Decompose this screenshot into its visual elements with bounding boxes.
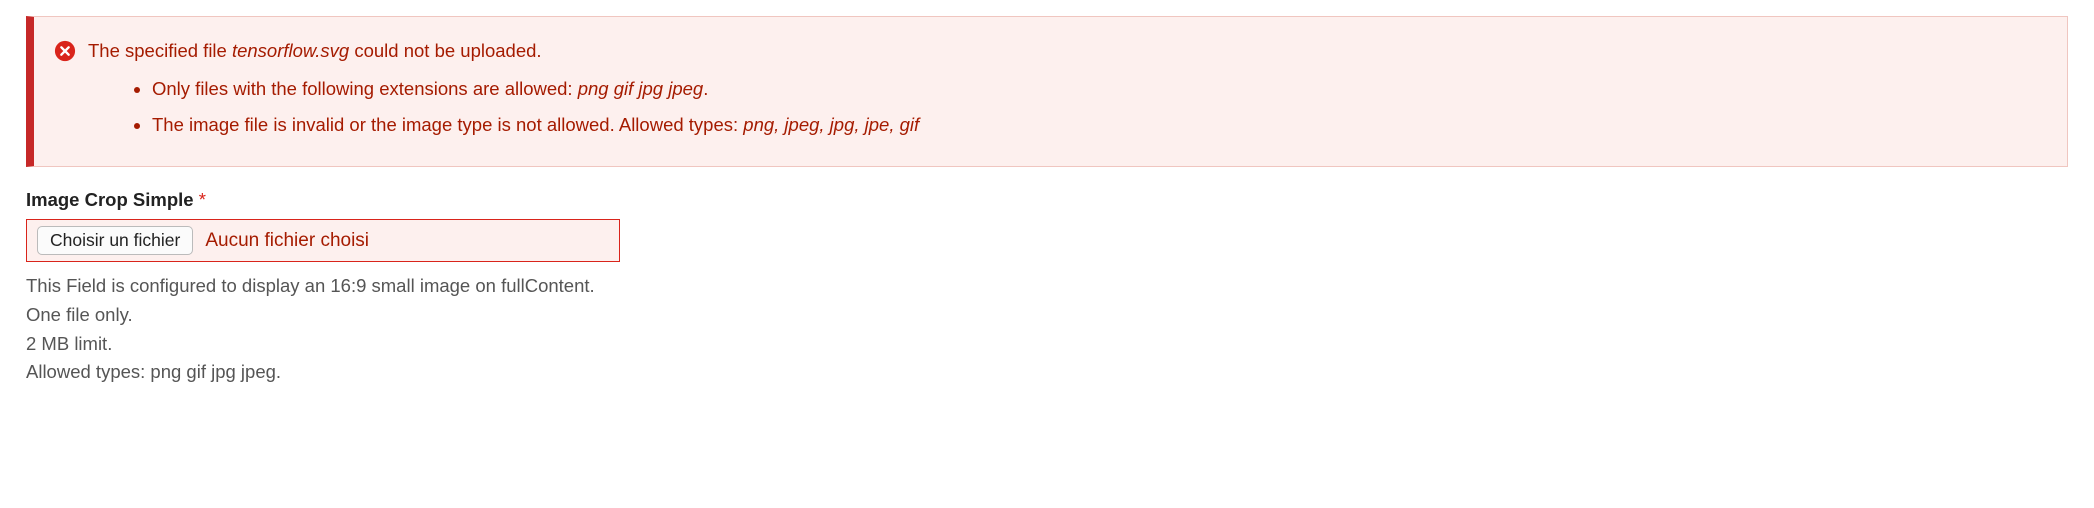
error-title-prefix: The specified file xyxy=(88,40,232,61)
error-header: The specified file tensorflow.svg could … xyxy=(54,37,2043,65)
file-input[interactable]: Choisir un fichier Aucun fichier choisi xyxy=(37,226,369,255)
help-line: This Field is configured to display an 1… xyxy=(26,272,2068,301)
field-label-text: Image Crop Simple xyxy=(26,189,194,210)
field-help-text: This Field is configured to display an 1… xyxy=(26,272,2068,387)
error-title-suffix: could not be uploaded. xyxy=(349,40,541,61)
error-list-item: The image file is invalid or the image t… xyxy=(152,111,2043,139)
choose-file-button[interactable]: Choisir un fichier xyxy=(37,226,193,255)
error-item-text: The image file is invalid or the image t… xyxy=(152,114,743,135)
required-marker: * xyxy=(199,189,206,210)
error-item-emph: png gif jpg jpeg xyxy=(578,78,704,99)
file-input-wrapper[interactable]: Choisir un fichier Aucun fichier choisi xyxy=(26,219,620,262)
error-title: The specified file tensorflow.svg could … xyxy=(88,37,542,65)
file-status-text: Aucun fichier choisi xyxy=(205,230,369,252)
error-item-emph: png, jpeg, jpg, jpe, gif xyxy=(743,114,919,135)
error-list: Only files with the following extensions… xyxy=(152,75,2043,139)
error-title-filename: tensorflow.svg xyxy=(232,40,349,61)
help-line: One file only. xyxy=(26,301,2068,330)
error-icon xyxy=(54,40,76,62)
error-message-box: The specified file tensorflow.svg could … xyxy=(26,16,2068,167)
error-list-item: Only files with the following extensions… xyxy=(152,75,2043,103)
error-item-text: Only files with the following extensions… xyxy=(152,78,578,99)
help-line: 2 MB limit. xyxy=(26,330,2068,359)
help-line: Allowed types: png gif jpg jpeg. xyxy=(26,358,2068,387)
field-label: Image Crop Simple * xyxy=(26,189,2068,211)
error-item-suffix: . xyxy=(703,78,708,99)
